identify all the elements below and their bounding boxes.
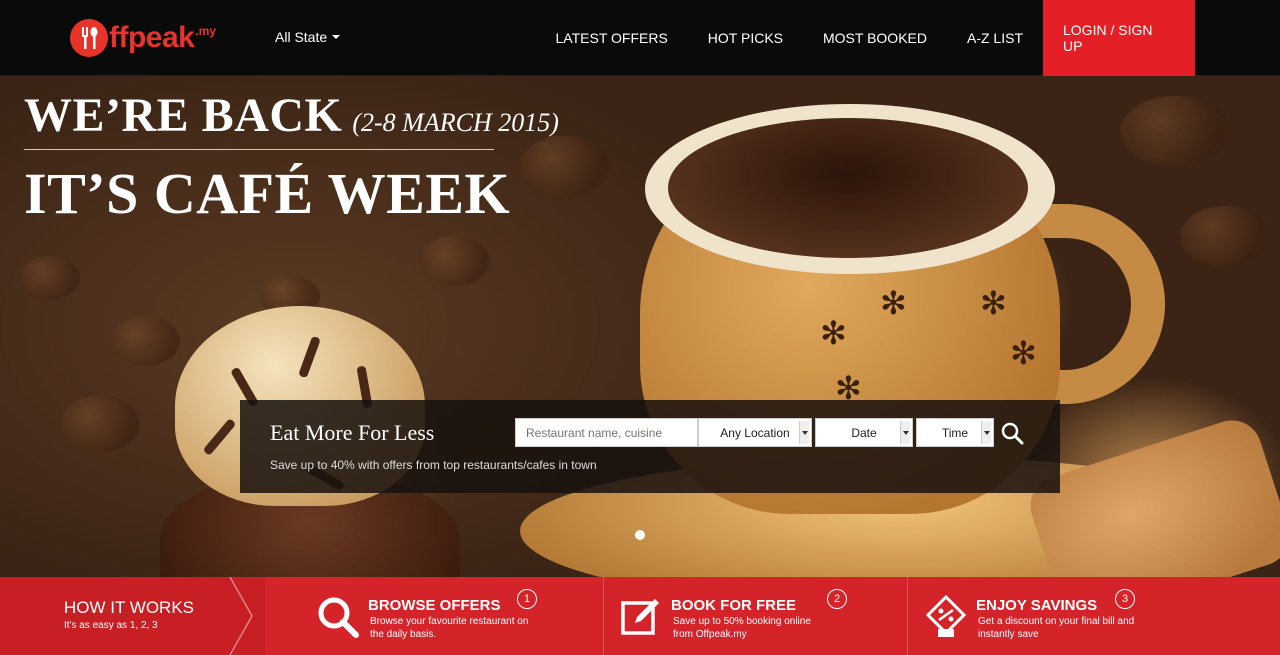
nav-most-booked[interactable]: MOST BOOKED [803, 0, 947, 76]
coffee-bean [20, 256, 80, 300]
coffee-bean [420, 236, 490, 286]
step-divider [603, 577, 604, 655]
top-navbar: ffpeak .my All State LATEST OFFERS HOT P… [0, 0, 1280, 76]
headline-line2: IT’S CAFÉ WEEK [24, 161, 511, 226]
step-number: 3 [1115, 589, 1135, 609]
how-it-works-bar: HOW IT WORKS It's as easy as 1, 2, 3 BRO… [0, 577, 1280, 655]
headline-date: (2-8 MARCH 2015) [352, 108, 559, 137]
caret-down-icon [332, 35, 341, 39]
location-select[interactable]: Any Location [698, 418, 812, 447]
step-title: ENJOY SAVINGS [976, 597, 1098, 614]
discount-tag-icon [925, 595, 967, 637]
flower-pattern: ✻ [820, 314, 847, 352]
coffee-bean [60, 396, 140, 452]
coffee-bean [1120, 96, 1230, 166]
search-icon [318, 597, 359, 638]
flower-pattern: ✻ [980, 284, 1007, 322]
chevron-right-icon [222, 577, 264, 655]
search-panel-subtitle: Save up to 40% with offers from top rest… [270, 458, 597, 472]
logo-fork-spoon-icon [70, 19, 108, 57]
coffee-bean [1180, 206, 1270, 266]
state-dropdown[interactable]: All State [275, 29, 341, 45]
how-it-works-subtitle: It's as easy as 1, 2, 3 [64, 620, 158, 631]
offpeak-logo[interactable]: ffpeak .my [70, 14, 216, 62]
dropdown-arrow-icon [981, 421, 991, 444]
step-divider [907, 577, 908, 655]
login-signup-button[interactable]: LOGIN / SIGN UP [1043, 0, 1195, 76]
step-description: Browse your favourite restaurant on the … [370, 616, 529, 640]
flower-pattern: ✻ [880, 284, 907, 322]
logo-suffix: .my [195, 24, 217, 38]
dropdown-arrow-icon [799, 421, 809, 444]
carousel-indicator[interactable] [635, 530, 645, 540]
step-book-for-free[interactable]: BOOK FOR FREE Save up to 50% booking onl… [605, 577, 905, 655]
step-title: BROWSE OFFERS [368, 597, 501, 614]
search-panel: Eat More For Less Save up to 40% with of… [240, 400, 1060, 493]
hero-headline: WE’RE BACK (2-8 MARCH 2015) IT’S CAFÉ WE… [24, 88, 559, 227]
location-select-value: Any Location [720, 425, 790, 440]
state-dropdown-label: All State [275, 29, 328, 45]
hero-banner: ✻ ✻ ✻ ✻ ✻ WE’RE BACK (2-8 MARCH 2015) IT… [0, 76, 1280, 577]
date-select[interactable]: Date [815, 418, 913, 447]
coffee-surface [668, 118, 1028, 258]
step-enjoy-savings[interactable]: ENJOY SAVINGS Get a discount on your fin… [910, 577, 1210, 655]
step-description: Save up to 50% booking online from Offpe… [673, 616, 811, 640]
step-browse-offers[interactable]: BROWSE OFFERS Browse your favourite rest… [302, 577, 602, 655]
nav-latest-offers[interactable]: LATEST OFFERS [536, 0, 688, 76]
logo-text: ffpeak [109, 21, 195, 54]
time-select-value: Time [941, 425, 969, 440]
step-title: BOOK FOR FREE [671, 597, 797, 614]
restaurant-search-input[interactable] [515, 418, 698, 447]
step-number: 1 [517, 589, 537, 609]
nav-hot-picks[interactable]: HOT PICKS [688, 0, 803, 76]
date-select-value: Date [851, 425, 877, 440]
search-icon [1001, 422, 1024, 445]
flower-pattern: ✻ [1010, 334, 1037, 372]
edit-icon [621, 599, 659, 635]
headline-line1: WE’RE BACK [24, 89, 343, 142]
main-nav: LATEST OFFERS HOT PICKS MOST BOOKED A-Z … [536, 0, 1195, 76]
search-panel-title: Eat More For Less [270, 420, 435, 445]
nav-a-z-list[interactable]: A-Z LIST [947, 0, 1043, 76]
dropdown-arrow-icon [900, 421, 910, 444]
coffee-cup: ✻ ✻ ✻ ✻ ✻ [640, 104, 1165, 574]
step-number: 2 [827, 589, 847, 609]
search-button[interactable] [1000, 421, 1024, 445]
headline-divider [24, 149, 494, 150]
step-description: Get a discount on your final bill and in… [978, 616, 1135, 640]
coffee-bean [110, 316, 180, 366]
time-select[interactable]: Time [916, 418, 994, 447]
how-it-works-title: HOW IT WORKS [64, 598, 195, 617]
